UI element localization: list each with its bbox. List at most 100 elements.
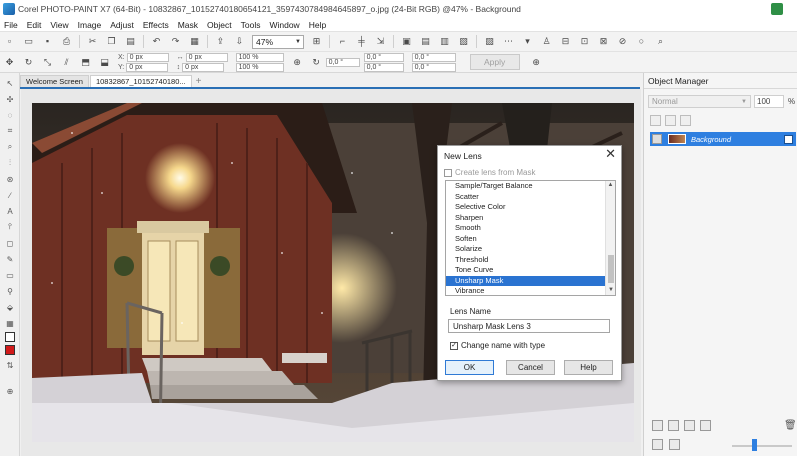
lens-list-scrollbar[interactable]: ▲ ▼	[605, 181, 615, 295]
trash-icon[interactable]: 🗑	[784, 420, 797, 431]
x-position-input[interactable]: 0 px	[126, 52, 169, 62]
print-icon[interactable]: ⎙	[60, 36, 73, 48]
fit-window-icon[interactable]	[669, 439, 680, 450]
open-icon[interactable]: ▭	[22, 36, 35, 48]
apply-button[interactable]: Apply	[469, 54, 520, 70]
close-icon[interactable]: ✕	[605, 147, 616, 161]
cut-icon[interactable]: ✂	[86, 36, 99, 48]
fill-tool-icon[interactable]: ⬙	[3, 301, 17, 313]
menu-object[interactable]: Object	[207, 20, 232, 30]
menu-file[interactable]: File	[4, 20, 18, 30]
lens-type-list[interactable]: Sample/Target Balance Scatter Selective …	[445, 180, 616, 296]
create-from-mask-option[interactable]: Create lens from Mask	[444, 168, 535, 177]
height-input[interactable]: 0 px	[182, 62, 225, 72]
change-name-option[interactable]: ✓ Change name with type	[450, 341, 545, 350]
angle-2-input[interactable]: 0,0 °	[411, 62, 456, 72]
distort-icon[interactable]: ⬒	[79, 56, 92, 68]
show-guidelines-icon[interactable]: ╪	[355, 36, 368, 48]
menu-adjust[interactable]: Adjust	[110, 20, 134, 30]
scale-height-input[interactable]: 100 %	[235, 62, 284, 72]
primary-color-swatch[interactable]	[5, 345, 15, 355]
clone-tool-icon[interactable]: ⚲	[3, 285, 17, 297]
lens-item-scatter[interactable]: Scatter	[446, 192, 615, 203]
new-icon[interactable]: ▫	[3, 36, 16, 48]
tool-icon-a[interactable]: ♙	[540, 36, 553, 48]
visibility-icon[interactable]	[652, 134, 662, 144]
save-icon[interactable]: ▪	[41, 36, 54, 48]
skew-vertical-input[interactable]: 0,0 °	[363, 62, 404, 72]
zoom-level-select[interactable]: 47% ▼	[252, 34, 304, 49]
combine-icon[interactable]	[700, 420, 711, 431]
scroll-down-icon[interactable]: ▼	[606, 286, 615, 295]
lens-item-tone-curve[interactable]: Tone Curve	[446, 265, 615, 276]
blend-mode-select[interactable]: Normal ▼	[648, 95, 751, 108]
zoom-tool-icon[interactable]: ⌕	[3, 141, 17, 153]
menu-view[interactable]: View	[50, 20, 68, 30]
transform-tool-icon[interactable]: ✣	[3, 93, 17, 105]
scale-icon[interactable]: ⤡	[41, 56, 54, 68]
mask-icon-2[interactable]: ▤	[419, 36, 432, 48]
width-input[interactable]: 0 px	[185, 52, 228, 62]
pick-tool-icon[interactable]: ↖	[3, 77, 17, 89]
search-icon[interactable]: ⌕	[654, 36, 667, 48]
change-name-checkbox[interactable]: ✓	[450, 341, 458, 350]
rotation-input[interactable]: 0,0 °	[325, 57, 360, 67]
new-tab-icon[interactable]: +	[196, 76, 202, 87]
skew-icon[interactable]: ⫽	[60, 56, 73, 68]
add-tool-icon[interactable]: ⊕	[3, 385, 17, 397]
snap-icon[interactable]: ⇲	[374, 36, 387, 48]
tab-welcome-screen[interactable]: Welcome Screen	[20, 75, 89, 87]
mask-marquee-icon[interactable]: ⋯	[502, 36, 515, 48]
export-icon[interactable]: ⇪	[214, 36, 227, 48]
lens-name-input[interactable]: Unsharp Mask Lens 3	[448, 319, 610, 333]
menu-image[interactable]: Image	[78, 20, 102, 30]
scale-width-input[interactable]: 100 %	[235, 52, 284, 62]
layer-options-icon[interactable]	[680, 115, 691, 126]
navigator-icon[interactable]	[652, 439, 663, 450]
angle-1-input[interactable]: 0,0 °	[411, 52, 456, 62]
transform-icon[interactable]: ✥	[3, 56, 16, 68]
lens-item-unsharp-mask[interactable]: Unsharp Mask	[446, 275, 615, 286]
scroll-up-icon[interactable]: ▲	[606, 181, 615, 190]
mask-tool-icon[interactable]: ◌	[3, 109, 17, 121]
menu-mask[interactable]: Mask	[178, 20, 198, 30]
zoom-fit-icon[interactable]: ⊞	[310, 36, 323, 48]
interactive-fill-icon[interactable]: ▦	[3, 317, 17, 329]
redeye-tool-icon[interactable]: ⊛	[3, 173, 17, 185]
skew-horizontal-input[interactable]: 0,0 °	[363, 52, 404, 62]
tool-icon-c[interactable]: ⊡	[578, 36, 591, 48]
undo-icon[interactable]: ↶	[150, 36, 163, 48]
tool-icon-b[interactable]: ⊟	[559, 36, 572, 48]
show-rulers-icon[interactable]: ⌐	[336, 36, 349, 48]
tool-icon-f[interactable]: ○	[635, 36, 648, 48]
zoom-slider-track[interactable]	[732, 445, 792, 447]
lens-item-selective-color[interactable]: Selective Color	[446, 202, 615, 213]
lens-item-smooth[interactable]: Smooth	[446, 223, 615, 234]
brush-tool-icon[interactable]: ∕	[3, 189, 17, 201]
menu-window[interactable]: Window	[269, 20, 299, 30]
tool-icon-d[interactable]: ⊠	[597, 36, 610, 48]
cancel-button[interactable]: Cancel	[506, 360, 555, 375]
swap-colors-icon[interactable]: ⇅	[3, 359, 17, 371]
zoom-slider-thumb[interactable]	[752, 439, 757, 451]
paint-tool-icon[interactable]: ⫯	[3, 221, 17, 233]
tab-document[interactable]: 10832867_10152740180...	[89, 75, 192, 87]
paste-icon[interactable]: ▤	[124, 36, 137, 48]
menu-edit[interactable]: Edit	[27, 20, 42, 30]
scroll-thumb[interactable]	[608, 255, 614, 283]
new-object-icon[interactable]	[652, 420, 663, 431]
lock-ratio-icon[interactable]: ⊕	[291, 56, 304, 68]
secondary-color-swatch[interactable]	[5, 332, 15, 342]
redo-icon[interactable]: ↷	[169, 36, 182, 48]
mask-icon-4[interactable]: ▧	[457, 36, 470, 48]
mask-overlay-icon[interactable]	[665, 115, 676, 126]
perspective-icon[interactable]: ⬓	[98, 56, 111, 68]
eyedropper-tool-icon[interactable]: ⫶	[3, 157, 17, 169]
lens-item-soften[interactable]: Soften	[446, 234, 615, 245]
import-icon[interactable]: ▦	[188, 36, 201, 48]
mask-icon-3[interactable]: ▥	[438, 36, 451, 48]
copy-icon[interactable]: ❐	[105, 36, 118, 48]
opacity-input[interactable]: 100	[754, 95, 784, 108]
lens-item-solarize[interactable]: Solarize	[446, 244, 615, 255]
help-button[interactable]: Help	[564, 360, 613, 375]
